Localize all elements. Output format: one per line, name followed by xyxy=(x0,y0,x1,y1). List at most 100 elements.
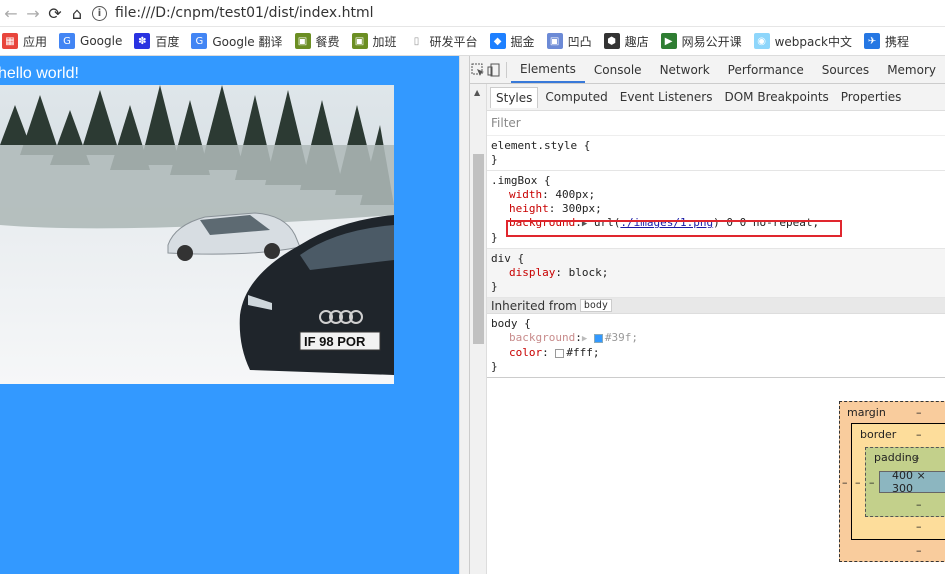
rule-close: } xyxy=(491,280,498,293)
page-viewport: hello world! IF 98 POR xyxy=(0,56,459,574)
prop-display[interactable]: display: block; xyxy=(491,266,942,280)
padding-bottom-value: – xyxy=(916,498,922,511)
bookmark-item[interactable]: ▯ 研发平台 xyxy=(409,33,478,50)
rule-body[interactable]: body { background:▶ #39f; color: #fff; } xyxy=(487,314,945,378)
bookmark-item[interactable]: ◉ webpack中文 xyxy=(753,33,852,50)
box-model-content[interactable]: 400 × 300 xyxy=(879,469,945,495)
bookmark-label: Google 翻译 xyxy=(212,34,283,49)
tab-console[interactable]: Console xyxy=(585,56,651,83)
back-button[interactable]: ← xyxy=(0,2,22,24)
page-icon: ▯ xyxy=(413,35,420,47)
address-bar: ← → ⟳ ⌂ i file:///D:/cnpm/test01/dist/in… xyxy=(0,0,945,27)
reload-button[interactable]: ⟳ xyxy=(44,2,66,24)
border-left-value: – xyxy=(855,476,861,489)
prop-width[interactable]: width: 400px; xyxy=(491,188,942,202)
inherited-label: Inherited from xyxy=(491,298,577,313)
img-box: IF 98 POR xyxy=(0,85,394,384)
bookmark-item[interactable]: G Google xyxy=(59,33,122,49)
bookmark-item[interactable]: ✈ 携程 xyxy=(863,33,909,50)
bookmark-label: 应用 xyxy=(23,34,48,49)
prop-value: #39f; xyxy=(604,331,639,344)
qudian-icon: ⬢ xyxy=(603,33,620,49)
prop-height[interactable]: height: 300px; xyxy=(491,202,942,216)
bookmark-item[interactable]: ⬢ 趣店 xyxy=(603,33,649,50)
ctrip-icon: ✈ xyxy=(863,33,880,49)
bookmarks-bar: ▦ 应用 G Google ✽ 百度 G Google 翻译 ▣ 餐费 ▣ 加班 ▯ 研发平台 ◆ 掘金 ▣ 凹凸… xyxy=(0,27,945,56)
google-icon: G xyxy=(59,33,76,49)
rule-selector: element.style { xyxy=(491,139,591,152)
prop-value: 400px; xyxy=(555,188,596,201)
expand-triangle-icon[interactable]: ▶ xyxy=(582,334,587,344)
image-icon: ▣ xyxy=(294,33,311,49)
bookmark-item[interactable]: ▣ 餐费 xyxy=(294,33,340,50)
margin-top-value: – xyxy=(916,406,922,419)
rule-selector: body { xyxy=(491,317,531,330)
info-icon[interactable]: i xyxy=(92,5,107,21)
padding-label: padding xyxy=(874,451,919,464)
forward-button[interactable]: → xyxy=(22,2,44,24)
inherited-body-link[interactable]: body xyxy=(579,299,612,312)
bookmark-label: 趣店 xyxy=(624,34,649,49)
color-swatch-icon[interactable] xyxy=(555,348,565,358)
prop-background[interactable]: background:▶ #39f; xyxy=(491,331,942,346)
tab-divider xyxy=(506,61,507,78)
prop-value: #fff; xyxy=(566,346,600,359)
prop-name: color xyxy=(509,346,543,359)
bookmark-item[interactable]: ▶ 网易公开课 xyxy=(660,33,742,50)
rule-close: } xyxy=(491,153,498,166)
bookmark-item[interactable]: G Google 翻译 xyxy=(191,33,283,50)
bookmark-item[interactable]: ▣ 加班 xyxy=(351,33,397,50)
bookmark-item[interactable]: ▣ 凹凸 xyxy=(546,33,592,50)
subtab-event-listeners[interactable]: Event Listeners xyxy=(615,87,718,107)
rule-div[interactable]: div { display: block; } xyxy=(487,249,945,298)
border-label: border xyxy=(860,428,897,441)
devtools-tabbar: Elements Console Network Performance Sou… xyxy=(470,56,945,84)
webpack-icon: ◉ xyxy=(753,33,770,49)
bookmark-item[interactable]: ✽ 百度 xyxy=(134,33,179,50)
page-scrollbar[interactable] xyxy=(459,56,469,574)
url-field[interactable]: i file:///D:/cnpm/test01/dist/index.html xyxy=(92,2,374,24)
scroll-up-icon[interactable]: ▲ xyxy=(474,88,480,97)
bookmark-label: 餐费 xyxy=(315,34,340,49)
tab-memory[interactable]: Memory xyxy=(878,56,945,83)
prop-color[interactable]: color: #fff; xyxy=(491,346,942,360)
aotu-icon: ▣ xyxy=(546,33,563,49)
tab-sources[interactable]: Sources xyxy=(813,56,878,83)
filter-input[interactable]: Filter xyxy=(487,111,945,136)
tab-performance[interactable]: Performance xyxy=(719,56,813,83)
home-button[interactable]: ⌂ xyxy=(66,2,88,24)
elements-scrollbar[interactable]: ▲ xyxy=(470,84,487,574)
image-icon: ▣ xyxy=(351,33,368,49)
subtab-computed[interactable]: Computed xyxy=(540,87,612,107)
bookmark-label: 研发平台 xyxy=(429,34,478,49)
margin-label: margin xyxy=(847,406,886,419)
rule-imgbox[interactable]: .imgBox { width: 400px; height: 300px; b… xyxy=(487,171,945,249)
subtab-dom-breakpoints[interactable]: DOM Breakpoints xyxy=(719,87,833,107)
apps-grid-icon: ▦ xyxy=(2,33,18,49)
svg-text:IF 98 POR: IF 98 POR xyxy=(304,334,366,349)
device-toolbar-icon[interactable] xyxy=(486,56,502,83)
bookmark-label: 百度 xyxy=(155,34,180,49)
bookmark-label: Google xyxy=(80,34,123,48)
color-swatch-icon[interactable] xyxy=(593,333,603,343)
scroll-thumb[interactable] xyxy=(473,154,484,344)
subtab-properties[interactable]: Properties xyxy=(836,87,907,107)
highlight-annotation xyxy=(506,220,842,237)
prop-name: width xyxy=(509,188,543,201)
rule-element-style[interactable]: element.style { } xyxy=(487,136,945,171)
bookmark-item[interactable]: ▦ 应用 xyxy=(2,33,47,50)
tab-elements[interactable]: Elements xyxy=(510,56,585,83)
bookmark-item[interactable]: ◆ 掘金 xyxy=(489,33,535,50)
inspect-icon[interactable] xyxy=(470,56,486,83)
url-text: file:///D:/cnpm/test01/dist/index.html xyxy=(115,5,374,21)
google-translate-icon: G xyxy=(191,33,208,49)
tab-network[interactable]: Network xyxy=(651,56,719,83)
prop-value: block; xyxy=(568,266,609,279)
devtools-panel: Elements Console Network Performance Sou… xyxy=(469,56,945,574)
juejin-icon: ◆ xyxy=(489,33,506,49)
border-top-value: – xyxy=(916,428,922,441)
bookmark-label: 携程 xyxy=(884,34,909,49)
subtab-styles[interactable]: Styles xyxy=(490,86,539,108)
margin-left-value: – xyxy=(842,476,848,489)
snow-cars-image: IF 98 POR xyxy=(0,85,394,384)
